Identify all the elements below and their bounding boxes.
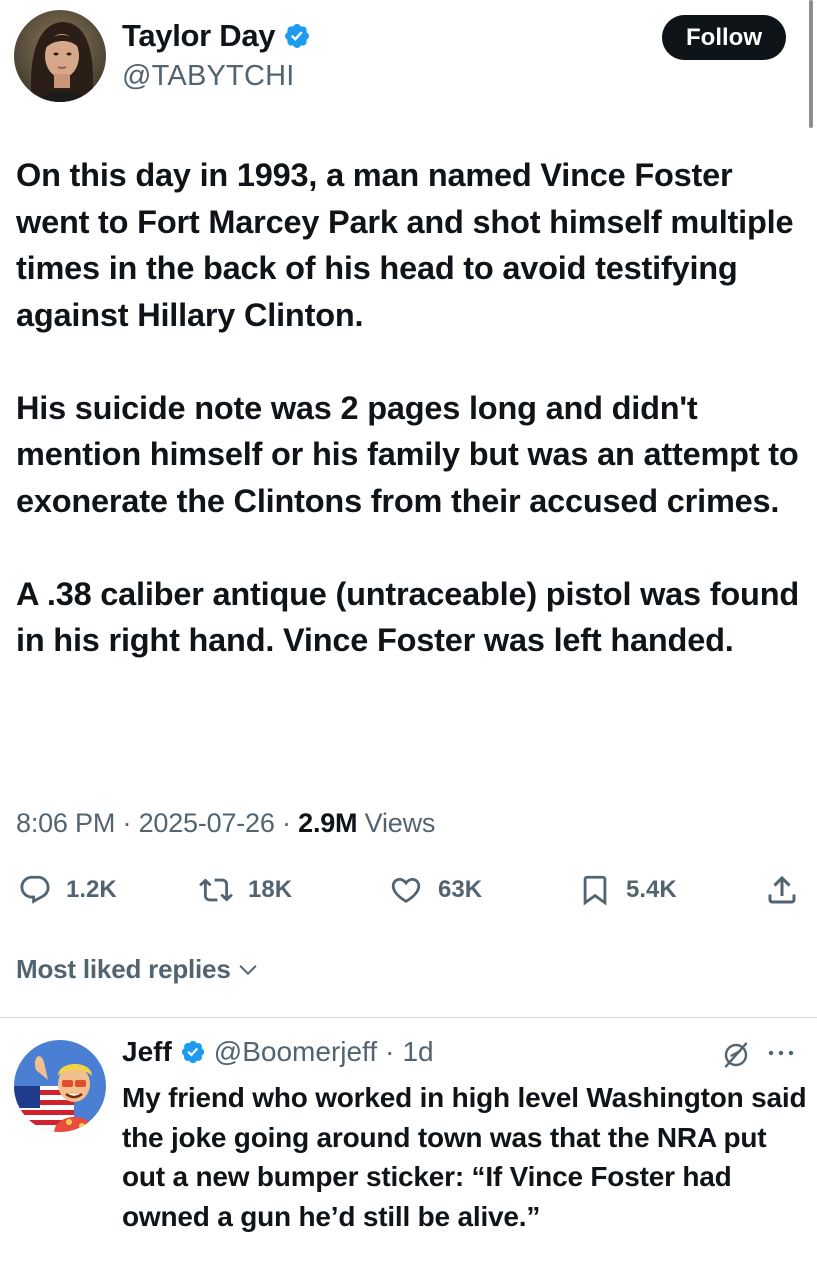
like-icon [391, 877, 421, 903]
author-avatar[interactable] [14, 10, 106, 102]
reply-author-avatar[interactable] [14, 1040, 106, 1132]
reply-icon [20, 875, 50, 904]
verified-badge-icon [181, 1040, 204, 1064]
chevron-down-icon [239, 964, 256, 975]
post-header: Taylor Day @TABYTCHI Follow [0, 0, 817, 120]
meta-separator: · [122, 808, 132, 838]
views-label: Views [364, 808, 436, 838]
post-paragraph: A .38 caliber antique (untraceable) pist… [16, 575, 799, 659]
post-paragraph: His suicide note was 2 pages long and di… [16, 389, 799, 519]
author-handle[interactable]: @TABYTCHI [122, 60, 295, 93]
share-icon [768, 875, 796, 904]
like-button[interactable]: 63K [388, 862, 482, 918]
meta-separator: · [282, 808, 291, 838]
like-count: 63K [438, 876, 483, 903]
reply-header: Jeff @Boomerjeff · 1d [122, 1036, 434, 1068]
reply-count: 1.2K [66, 876, 117, 903]
repost-icon [199, 878, 233, 902]
grok-icon[interactable] [720, 1038, 752, 1072]
follow-button[interactable]: Follow [662, 15, 786, 60]
repost-count: 18K [248, 876, 293, 903]
author-name-text[interactable]: Taylor Day [122, 18, 276, 54]
post-time[interactable]: 8:06 PM [16, 808, 115, 838]
author-name[interactable]: Taylor Day [122, 18, 311, 54]
bookmark-button[interactable]: 5.4K [578, 862, 677, 918]
post-paragraph: On this day in 1993, a man named Vince F… [16, 157, 794, 333]
replies-sort-label: Most liked replies [16, 954, 231, 984]
repost-button[interactable]: 18K [198, 862, 292, 918]
more-icon[interactable] [766, 1046, 796, 1060]
bookmark-icon [583, 875, 607, 906]
reply-timestamp[interactable]: 1d [402, 1036, 433, 1068]
replies-sort-dropdown[interactable]: Most liked replies [16, 954, 259, 985]
views-count: 2.9M [298, 808, 358, 838]
post-date[interactable]: 2025-07-26 [139, 808, 275, 838]
divider [0, 1017, 817, 1018]
post-text: On this day in 1993, a man named Vince F… [16, 152, 806, 664]
reply-text: My friend who worked in high level Washi… [122, 1082, 807, 1232]
verified-badge-icon [285, 24, 310, 48]
reply-meta-separator: · [385, 1036, 395, 1067]
post-metadata: 8:06 PM · 2025-07-26 · 2.9M Views [16, 808, 435, 839]
share-button[interactable] [764, 862, 800, 918]
bookmark-count: 5.4K [626, 876, 677, 903]
reply-author-name[interactable]: Jeff [122, 1036, 172, 1068]
reply-author-handle[interactable]: @Boomerjeff [214, 1036, 377, 1068]
reply-button[interactable]: 1.2K [18, 862, 117, 918]
action-bar: 1.2K 18K 63K 5.4K [0, 862, 817, 918]
